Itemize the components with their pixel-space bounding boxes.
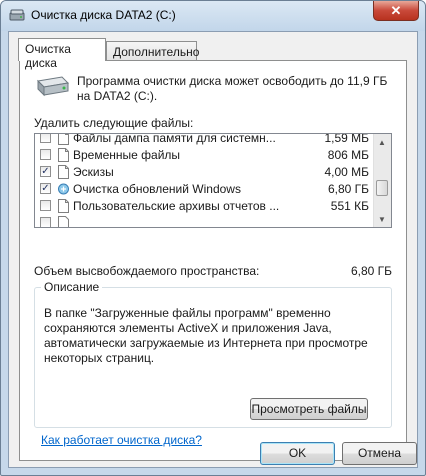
dialog-client-area: Очистка диска Дополнительно Программа оч… xyxy=(8,31,418,468)
list-item-label: Файлы дампа памяти для системн... xyxy=(73,133,276,145)
file-icon xyxy=(58,216,69,227)
list-item[interactable]: ✓ Очистка обновлений Windows 6,80 ГБ xyxy=(35,181,375,198)
file-icon xyxy=(58,165,69,179)
chevron-up-icon: ▲ xyxy=(378,137,386,147)
tab-panel: Программа очистки диска может освободить… xyxy=(19,60,407,461)
file-icon xyxy=(58,134,69,145)
file-icon xyxy=(58,199,69,213)
title-bar[interactable]: Очистка диска DATA2 (C:) ✕ xyxy=(1,1,425,31)
files-to-delete-list[interactable]: Файлы дампа памяти для системн... 1,59 М… xyxy=(34,133,392,228)
ok-button[interactable]: OK xyxy=(260,442,335,465)
list-scrollbar[interactable]: ▲ ▼ xyxy=(373,134,391,227)
list-item[interactable]: Пользовательские архивы отчетов ... 551 … xyxy=(35,198,375,215)
list-item-checkbox[interactable] xyxy=(40,134,51,143)
window-title: Очистка диска DATA2 (C:) xyxy=(31,8,176,22)
list-item-size: 1,59 МБ xyxy=(324,133,369,145)
scroll-thumb[interactable] xyxy=(376,180,388,196)
view-files-button[interactable]: Просмотреть файлы xyxy=(250,398,368,420)
list-item-size: 551 КБ xyxy=(330,199,369,213)
description-groupbox: Описание В папке "Загруженные файлы прог… xyxy=(34,280,392,428)
disk-cleanup-app-icon xyxy=(9,9,25,21)
intro-text: Программа очистки диска может освободить… xyxy=(77,74,388,103)
list-item[interactable] xyxy=(35,215,375,227)
freed-space-value: 6,80 ГБ xyxy=(350,264,392,278)
windows-update-icon xyxy=(58,183,69,195)
files-to-delete-label: Удалить следующие файлы: xyxy=(34,116,194,130)
file-icon xyxy=(58,148,69,162)
list-item-label: Пользовательские архивы отчетов ... xyxy=(73,199,280,213)
disk-cleanup-window: Очистка диска DATA2 (C:) ✕ Очистка диска… xyxy=(0,0,426,476)
freed-space-label: Объем высвобождаемого пространства: xyxy=(34,264,260,278)
list-item-size: 4,00 МБ xyxy=(324,165,369,179)
list-item-checkbox[interactable]: ✓ xyxy=(40,166,51,177)
help-link[interactable]: Как работает очистка диска? xyxy=(41,433,202,447)
list-item-checkbox[interactable] xyxy=(40,149,51,160)
scroll-up-button[interactable]: ▲ xyxy=(374,134,390,150)
list-item-size: 806 МБ xyxy=(327,148,369,162)
description-text: В папке "Загруженные файлы программ" вре… xyxy=(44,306,368,365)
list-item-checkbox[interactable]: ✓ xyxy=(40,183,51,194)
list-item[interactable]: Временные файлы 806 МБ xyxy=(35,147,375,164)
check-mark-icon: ✓ xyxy=(41,183,50,194)
tab-disk-cleanup[interactable]: Очистка диска xyxy=(18,38,106,70)
chevron-down-icon: ▼ xyxy=(378,214,386,224)
tab-label: Дополнительно xyxy=(113,45,200,59)
list-item[interactable]: ✓ Эскизы 4,00 МБ xyxy=(35,164,375,181)
check-mark-icon: ✓ xyxy=(41,166,50,177)
list-item-checkbox[interactable] xyxy=(40,200,51,211)
list-item-label: Временные файлы xyxy=(73,148,181,162)
list-item-label: Очистка обновлений Windows xyxy=(73,182,241,196)
close-button[interactable]: ✕ xyxy=(373,1,419,21)
scroll-down-button[interactable]: ▼ xyxy=(374,211,390,227)
tab-advanced[interactable]: Дополнительно xyxy=(106,41,200,61)
list-item[interactable]: Файлы дампа памяти для системн... 1,59 М… xyxy=(35,133,375,147)
list-item-size: 6,80 ГБ xyxy=(327,182,369,196)
cancel-button[interactable]: Отмена xyxy=(342,442,417,465)
list-item-checkbox[interactable] xyxy=(40,217,51,227)
description-title: Описание xyxy=(41,280,103,294)
list-item-label: Эскизы xyxy=(73,165,114,179)
close-icon: ✕ xyxy=(390,2,402,18)
hard-drive-icon xyxy=(36,76,70,97)
